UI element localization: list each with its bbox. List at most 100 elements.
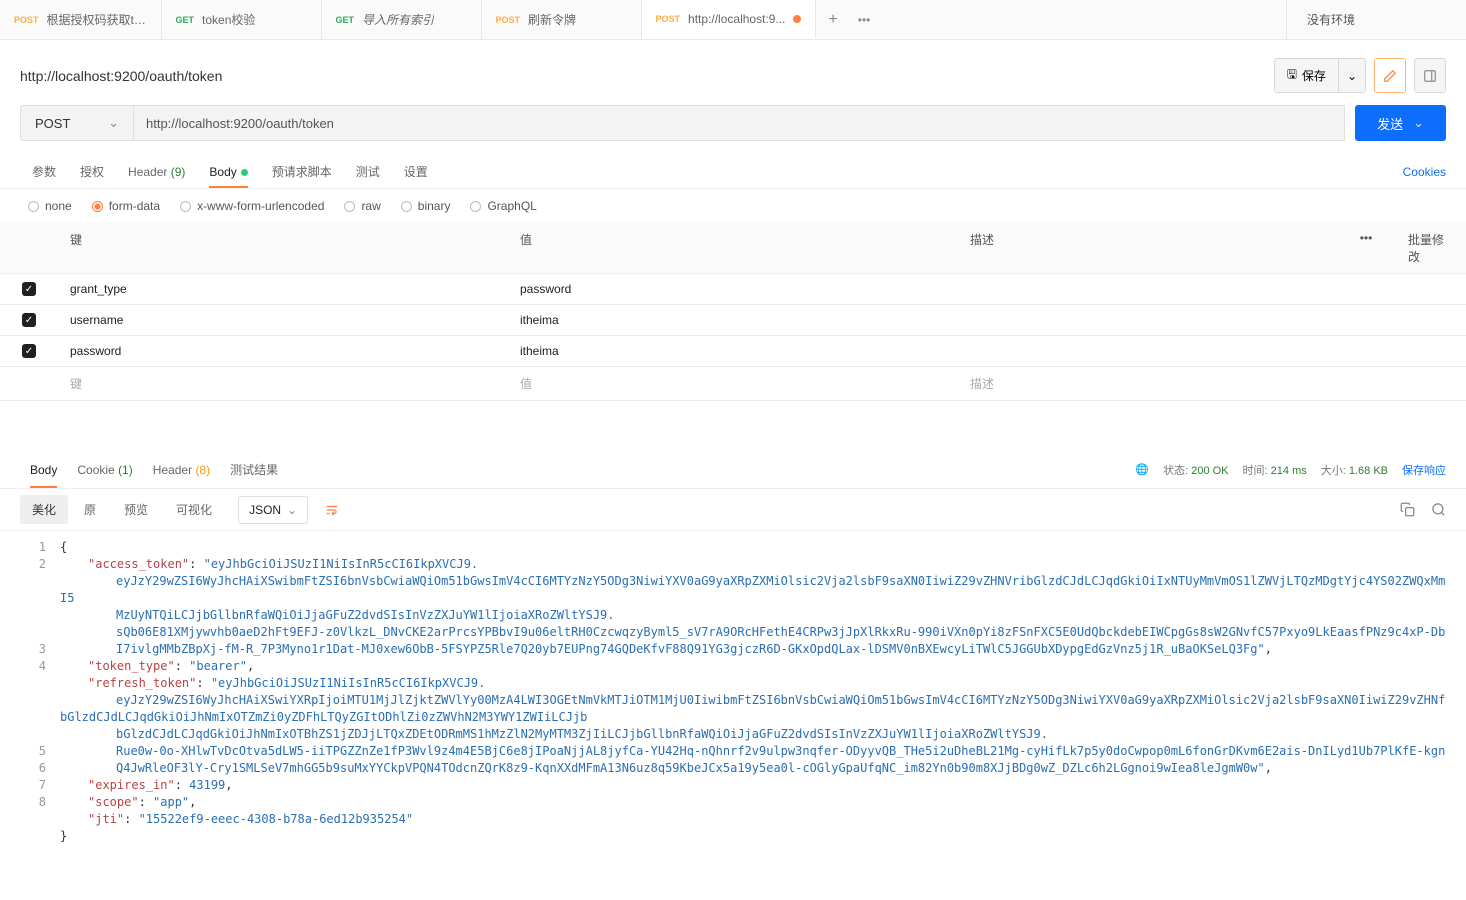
title-actions: 🖫 保存 ⌄ xyxy=(1274,58,1446,93)
format-select[interactable]: JSON⌄ xyxy=(238,496,308,524)
json-string: Q4JwRleOF3lY-Cry1SMLSeV7mhGG5b9suMxYYCkp… xyxy=(116,761,1265,775)
tab-0[interactable]: POST根据授权码获取to... xyxy=(0,0,162,39)
row-key[interactable]: username xyxy=(58,305,508,335)
row-desc[interactable] xyxy=(958,336,1336,366)
tab-tests[interactable]: 测试 xyxy=(344,155,392,188)
body-type-none[interactable]: none xyxy=(28,199,72,213)
resp-tab-cookie[interactable]: Cookie (1) xyxy=(67,453,142,487)
copy-icon[interactable] xyxy=(1400,502,1415,517)
body-type-formdata[interactable]: form-data xyxy=(92,199,160,213)
tab-title: http://localhost:9... xyxy=(688,12,785,26)
method-badge-get: GET xyxy=(176,15,195,25)
tab-2[interactable]: GET导入所有索引 xyxy=(322,0,482,39)
response-meta: 🌐 状态: 200 OK 时间: 214 ms 大小: 1.68 KB 保存响应 xyxy=(1135,462,1446,478)
json-key: "scope" xyxy=(88,795,139,809)
save-dropdown-icon[interactable]: ⌄ xyxy=(1339,58,1366,93)
save-button-group: 🖫 保存 ⌄ xyxy=(1274,58,1366,93)
size-label: 大小: 1.68 KB xyxy=(1321,462,1388,478)
row-checkbox[interactable]: ✓ xyxy=(0,274,58,304)
json-key: "access_token" xyxy=(88,557,189,571)
body-type-graphql[interactable]: GraphQL xyxy=(470,199,536,213)
tab-4[interactable]: POST http://localhost:9... xyxy=(642,0,817,39)
tab-body[interactable]: Body xyxy=(197,157,259,187)
url-input[interactable] xyxy=(134,105,1345,141)
environment-selector[interactable]: 没有环境 xyxy=(1286,0,1466,39)
body-type-xwww[interactable]: x-www-form-urlencoded xyxy=(180,199,324,213)
row-checkbox[interactable]: ✓ xyxy=(0,336,58,366)
more-tabs-icon[interactable]: ••• xyxy=(858,13,871,27)
response-section: Body Cookie (1) Header (8) 测试结果 🌐 状态: 20… xyxy=(0,451,1466,853)
body-type-binary[interactable]: binary xyxy=(401,199,451,213)
chevron-down-icon: ⌄ xyxy=(1413,115,1424,131)
search-icon[interactable] xyxy=(1431,502,1446,517)
row-value[interactable]: itheima xyxy=(508,305,958,335)
wrap-icon xyxy=(324,503,340,517)
row-desc[interactable] xyxy=(958,274,1336,304)
save-button[interactable]: 🖫 保存 xyxy=(1274,58,1339,93)
tab-1[interactable]: GET token校验 xyxy=(162,0,322,39)
cookie-count: (1) xyxy=(118,463,133,477)
status-value: 200 OK xyxy=(1191,465,1228,477)
method-badge-post: POST xyxy=(656,14,681,24)
panel-button[interactable] xyxy=(1414,58,1446,93)
resp-tab-results[interactable]: 测试结果 xyxy=(220,451,288,488)
row-key[interactable]: password xyxy=(58,336,508,366)
tab-title: 导入所有索引 xyxy=(362,11,434,28)
row-value[interactable]: password xyxy=(508,274,958,304)
tab-params[interactable]: 参数 xyxy=(20,155,68,188)
method-select[interactable]: POST⌄ xyxy=(20,105,134,141)
tab-3[interactable]: POST刷新令牌 xyxy=(482,0,642,39)
tab-auth[interactable]: 授权 xyxy=(68,155,116,188)
header-more-icon[interactable]: ••• xyxy=(1336,223,1396,273)
edit-button[interactable] xyxy=(1374,58,1406,93)
json-number: 43199 xyxy=(189,778,225,792)
tab-title: token校验 xyxy=(202,11,255,28)
method-badge-post: POST xyxy=(14,15,39,25)
header-desc: 描述 xyxy=(958,223,1336,273)
body-type-label: none xyxy=(45,199,72,213)
tab-label: Header xyxy=(128,165,167,179)
chevron-down-icon: ⌄ xyxy=(108,115,119,131)
send-button[interactable]: 发送⌄ xyxy=(1355,105,1446,141)
table-row-empty[interactable]: 键 值 描述 xyxy=(0,367,1466,401)
radio-icon xyxy=(344,201,355,212)
tab-prereq[interactable]: 预请求脚本 xyxy=(260,155,344,188)
tab-settings[interactable]: 设置 xyxy=(392,155,440,188)
size-value: 1.68 KB xyxy=(1349,465,1388,477)
wrap-button[interactable] xyxy=(312,497,352,523)
json-string: "bearer" xyxy=(189,659,247,673)
body-type-raw[interactable]: raw xyxy=(344,199,380,213)
save-icon: 🖫 xyxy=(1287,65,1297,86)
view-preview-button[interactable]: 预览 xyxy=(112,495,160,524)
env-label: 没有环境 xyxy=(1307,11,1355,28)
placeholder-key[interactable]: 键 xyxy=(58,367,508,400)
tab-header[interactable]: Header (9) xyxy=(116,157,197,187)
response-tabs: Body Cookie (1) Header (8) 测试结果 🌐 状态: 20… xyxy=(0,451,1466,489)
cookies-link[interactable]: Cookies xyxy=(1403,157,1446,187)
view-raw-button[interactable]: 原 xyxy=(72,495,108,524)
new-tab-icon[interactable]: + xyxy=(828,11,837,29)
header-count: (9) xyxy=(171,165,186,179)
resp-tab-header[interactable]: Header (8) xyxy=(143,453,220,487)
table-row[interactable]: ✓ password itheima xyxy=(0,336,1466,367)
resp-tab-body[interactable]: Body xyxy=(20,453,67,487)
json-string: eyJzY29wZSI6WyJhcHAiXSwibmFtZSI6bnVsbCwi… xyxy=(60,574,1445,605)
save-response-link[interactable]: 保存响应 xyxy=(1402,462,1446,478)
bulk-edit-link[interactable]: 批量修改 xyxy=(1396,223,1466,273)
placeholder-value[interactable]: 值 xyxy=(508,367,958,400)
table-row[interactable]: ✓ username itheima xyxy=(0,305,1466,336)
table-row[interactable]: ✓ grant_type password xyxy=(0,274,1466,305)
save-label: 保存 xyxy=(1302,67,1326,84)
row-desc[interactable] xyxy=(958,305,1336,335)
row-value[interactable]: itheima xyxy=(508,336,958,366)
view-pretty-button[interactable]: 美化 xyxy=(20,495,68,524)
json-content[interactable]: {"access_token": "eyJhbGciOiJSUzI1NiIsIn… xyxy=(60,539,1466,845)
radio-icon xyxy=(180,201,191,212)
globe-icon[interactable]: 🌐 xyxy=(1135,463,1149,476)
view-visual-button[interactable]: 可视化 xyxy=(164,495,224,524)
status-label: 状态: 200 OK xyxy=(1163,462,1228,478)
row-checkbox[interactable]: ✓ xyxy=(0,305,58,335)
pencil-icon xyxy=(1383,69,1397,83)
row-key[interactable]: grant_type xyxy=(58,274,508,304)
placeholder-desc[interactable]: 描述 xyxy=(958,367,1336,400)
